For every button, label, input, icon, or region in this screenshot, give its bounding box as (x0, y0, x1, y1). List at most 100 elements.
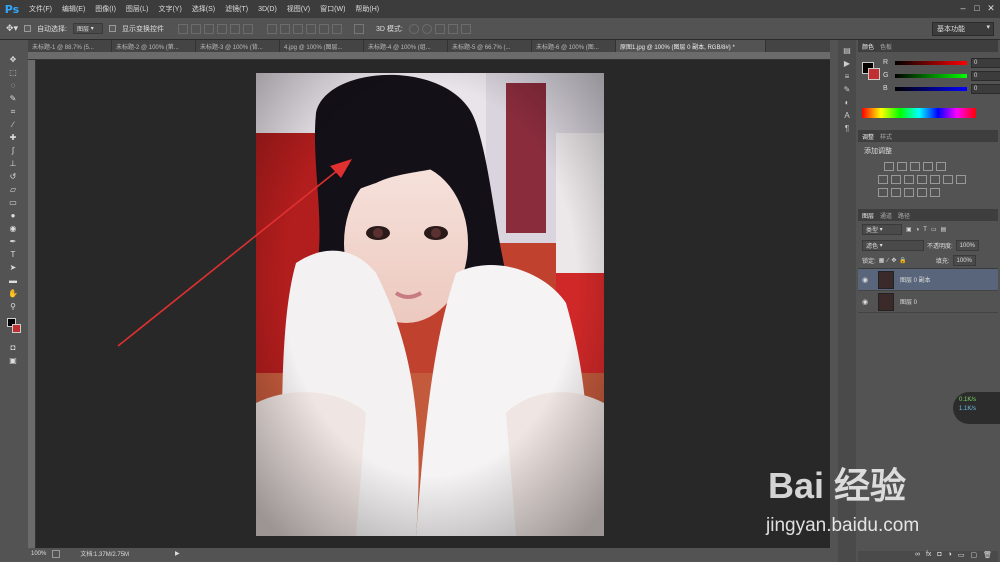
doc-tab-2[interactable]: 未标题-2 @ 100% (第... (112, 40, 196, 52)
lock-transparent-icon[interactable]: ▦ (879, 257, 885, 264)
align-vcenter-icon[interactable] (191, 23, 202, 34)
pen-tool-icon[interactable]: ✒ (7, 236, 19, 247)
blend-mode-dropdown[interactable]: 滤色 ▾ (862, 240, 924, 251)
group-icon[interactable]: ▭ (958, 551, 965, 562)
tab-layers[interactable]: 图层 (862, 211, 874, 220)
channel-mixer-icon[interactable] (943, 175, 953, 184)
vibrance-icon[interactable] (878, 175, 888, 184)
auto-select-dropdown[interactable]: 图层 ▾ (73, 23, 104, 34)
tab-color[interactable]: 颜色 (862, 42, 874, 51)
fill-field[interactable]: 100% (952, 255, 976, 266)
menu-help[interactable]: 帮助(H) (350, 4, 384, 14)
tab-channels[interactable]: 通道 (880, 211, 892, 220)
align-bottom-icon[interactable] (204, 23, 215, 34)
menu-select[interactable]: 选择(S) (187, 4, 220, 14)
distribute-vcenter-icon[interactable] (280, 23, 291, 34)
status-icon[interactable] (52, 549, 61, 558)
color-balance-icon[interactable] (904, 175, 914, 184)
lock-pixels-icon[interactable]: ∕ (887, 258, 888, 264)
3d-slide-icon[interactable] (447, 23, 458, 34)
menu-filter[interactable]: 滤镜(T) (220, 4, 253, 14)
filter-pixel-icon[interactable]: ▣ (906, 226, 912, 233)
tab-styles[interactable]: 样式 (880, 132, 892, 141)
layer-filter-dropdown[interactable]: 类型 ▾ (862, 224, 902, 235)
close-icon[interactable]: ✕ (986, 3, 996, 13)
auto-align-icon[interactable] (354, 23, 365, 34)
distribute-right-icon[interactable] (332, 23, 343, 34)
align-right-icon[interactable] (243, 23, 254, 34)
move-tool-icon[interactable]: ✥ (7, 54, 19, 65)
menu-image[interactable]: 图像(I) (90, 4, 121, 14)
paragraph-panel-icon[interactable]: ¶ (845, 124, 849, 133)
tab-paths[interactable]: 路径 (898, 211, 910, 220)
shape-tool-icon[interactable]: ▬ (7, 275, 19, 286)
maximize-icon[interactable]: □ (972, 3, 982, 13)
type-tool-icon[interactable]: T (7, 249, 19, 260)
posterize-icon[interactable] (891, 188, 901, 197)
menu-3d[interactable]: 3D(D) (253, 6, 282, 13)
brush-tool-icon[interactable]: ∫ (7, 145, 19, 156)
hue-sat-icon[interactable] (891, 175, 901, 184)
r-track[interactable] (895, 60, 967, 65)
align-top-icon[interactable] (178, 23, 189, 34)
doc-tab-3[interactable]: 未标题-3 @ 100% (背... (196, 40, 280, 52)
3d-drag-icon[interactable] (434, 23, 445, 34)
auto-select-checkbox[interactable] (24, 25, 32, 32)
screen-mode-icon[interactable]: ▣ (7, 355, 19, 366)
layer-row-copy[interactable]: ◉ 图层 0 副本 (858, 269, 998, 291)
slider-b[interactable]: B 0 (878, 82, 1000, 95)
brush-panel-icon[interactable]: ✎ (844, 85, 851, 94)
align-hcenter-icon[interactable] (230, 23, 241, 34)
slider-g[interactable]: G 0 (878, 69, 1000, 82)
filter-shape-icon[interactable]: ▭ (931, 226, 937, 233)
brightness-icon[interactable] (884, 162, 894, 171)
quick-mask-icon[interactable]: ◘ (7, 342, 19, 353)
hand-tool-icon[interactable]: ✋ (7, 288, 19, 299)
crop-tool-icon[interactable]: ⌗ (7, 106, 19, 117)
show-transform-checkbox[interactable] (109, 25, 117, 32)
menu-type[interactable]: 文字(Y) (153, 4, 186, 14)
lock-all-icon[interactable]: 🔒 (899, 257, 906, 264)
eye-icon[interactable]: ◉ (862, 276, 872, 284)
eye-icon[interactable]: ◉ (862, 298, 872, 306)
doc-tab-7[interactable]: 未标题-6 @ 100% (图... (532, 40, 616, 52)
invert-icon[interactable] (878, 188, 888, 197)
menu-edit[interactable]: 编辑(E) (57, 4, 90, 14)
healing-tool-icon[interactable]: ✚ (7, 132, 19, 143)
doc-tab-active[interactable]: 原图1.jpg @ 100% (图层 0 副本, RGB/8#) * (616, 40, 766, 52)
path-select-icon[interactable]: ➤ (7, 262, 19, 273)
distribute-top-icon[interactable] (267, 23, 278, 34)
new-layer-icon[interactable]: ▢ (970, 551, 977, 562)
quick-select-tool-icon[interactable]: ✎ (7, 93, 19, 104)
status-menu-icon[interactable]: ▶ (175, 550, 180, 557)
align-left-icon[interactable] (217, 23, 228, 34)
zoom-tool-icon[interactable]: ⚲ (7, 301, 19, 312)
delete-layer-icon[interactable]: 🗑 (983, 551, 992, 562)
doc-tab-4[interactable]: 4.jpg @ 100% (图层... (280, 40, 364, 52)
distribute-hcenter-icon[interactable] (319, 23, 330, 34)
color-swatches-icon[interactable] (7, 318, 21, 340)
marquee-tool-icon[interactable]: ⬚ (7, 67, 19, 78)
link-layers-icon[interactable]: ∞ (915, 551, 920, 562)
distribute-left-icon[interactable] (306, 23, 317, 34)
menu-window[interactable]: 窗口(W) (315, 4, 350, 14)
3d-roll-icon[interactable] (421, 23, 432, 34)
slider-r[interactable]: R 0 (878, 56, 1000, 69)
distribute-bottom-icon[interactable] (293, 23, 304, 34)
tab-adjustments[interactable]: 调整 (862, 132, 874, 141)
adjustment-layer-icon[interactable]: ◑ (948, 551, 952, 562)
menu-view[interactable]: 视图(V) (282, 4, 315, 14)
opacity-field[interactable]: 100% (955, 240, 980, 251)
zoom-level[interactable]: 100% (31, 551, 46, 557)
lock-position-icon[interactable]: ✥ (891, 257, 896, 264)
mask-icon[interactable]: ◘ (937, 551, 941, 562)
selective-color-icon[interactable] (917, 188, 927, 197)
properties-panel-icon[interactable]: ≡ (845, 72, 850, 81)
actions-panel-icon[interactable]: ▶ (844, 59, 850, 68)
character-panel-icon[interactable]: A (844, 111, 849, 120)
curves-icon[interactable] (910, 162, 920, 171)
minimize-icon[interactable]: – (958, 3, 968, 13)
threshold-icon[interactable] (904, 188, 914, 197)
3d-rotate-icon[interactable] (408, 23, 419, 34)
doc-tab-1[interactable]: 未标题-1 @ 88.7% (5... (28, 40, 112, 52)
